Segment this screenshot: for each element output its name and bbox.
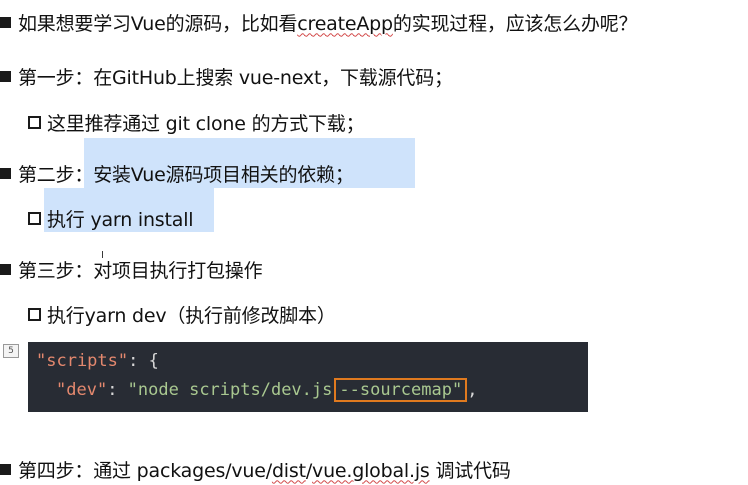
step3-sub-line: 执行yarn dev（执行前修改脚本） (28, 298, 336, 330)
step2-sub-text: 执行 yarn install (47, 208, 194, 231)
bullet-square-icon (0, 263, 11, 275)
intro-line: 如果想要学习Vue的源码，比如看createApp的实现过程，应该怎么办呢？ (0, 6, 637, 38)
step4-line: 第四步：通过 packages/vue/dist/vue.global.js 调… (0, 453, 511, 485)
bullet-square-icon (0, 167, 11, 179)
step3-sub-text: 执行yarn dev（执行前修改脚本） (47, 304, 336, 327)
step1-sub-line: 这里推荐通过 git clone 的方式下载； (28, 106, 365, 138)
bullet-square-icon (0, 463, 11, 475)
step3-line: 第三步：对项目执行打包操作 (0, 253, 263, 285)
step2-line: 第二步：安装Vue源码项目相关的依赖； (0, 157, 354, 189)
step1-text: 第一步：在GitHub上搜索 vue-next，下载源代码； (18, 66, 453, 89)
step2-text: 第二步：安装Vue源码项目相关的依赖； (18, 163, 354, 186)
step1-sub-text: 这里推荐通过 git clone 的方式下载； (47, 112, 365, 135)
step1-line: 第一步：在GitHub上搜索 vue-next，下载源代码； (0, 60, 453, 92)
step4-text: 第四步：通过 packages/vue/dist/vue.global.js 调… (18, 459, 511, 482)
code-line-1: "scripts": { (36, 351, 159, 371)
intro-text: 如果想要学习Vue的源码，比如看createApp的实现过程，应该怎么办呢？ (18, 12, 638, 35)
step3-text: 第三步：对项目执行打包操作 (18, 259, 263, 282)
code-line-2: "dev": "node scripts/dev.js --sourcemap", (56, 378, 478, 402)
sourcemap-highlight-box: --sourcemap" (334, 378, 468, 402)
slide: 如果想要学习Vue的源码，比如看createApp的实现过程，应该怎么办呢？ 第… (0, 0, 748, 485)
page-number-badge: 5 (3, 344, 19, 358)
bullet-square-icon (0, 70, 11, 82)
bullet-hollow-square-icon (28, 307, 41, 321)
step2-sub-line: 执行 yarn install (28, 202, 194, 234)
bullet-hollow-square-icon (28, 115, 41, 129)
bullet-square-icon (0, 16, 11, 28)
bullet-hollow-square-icon (28, 211, 41, 225)
code-block: "scripts": { "dev": "node scripts/dev.js… (28, 342, 588, 412)
